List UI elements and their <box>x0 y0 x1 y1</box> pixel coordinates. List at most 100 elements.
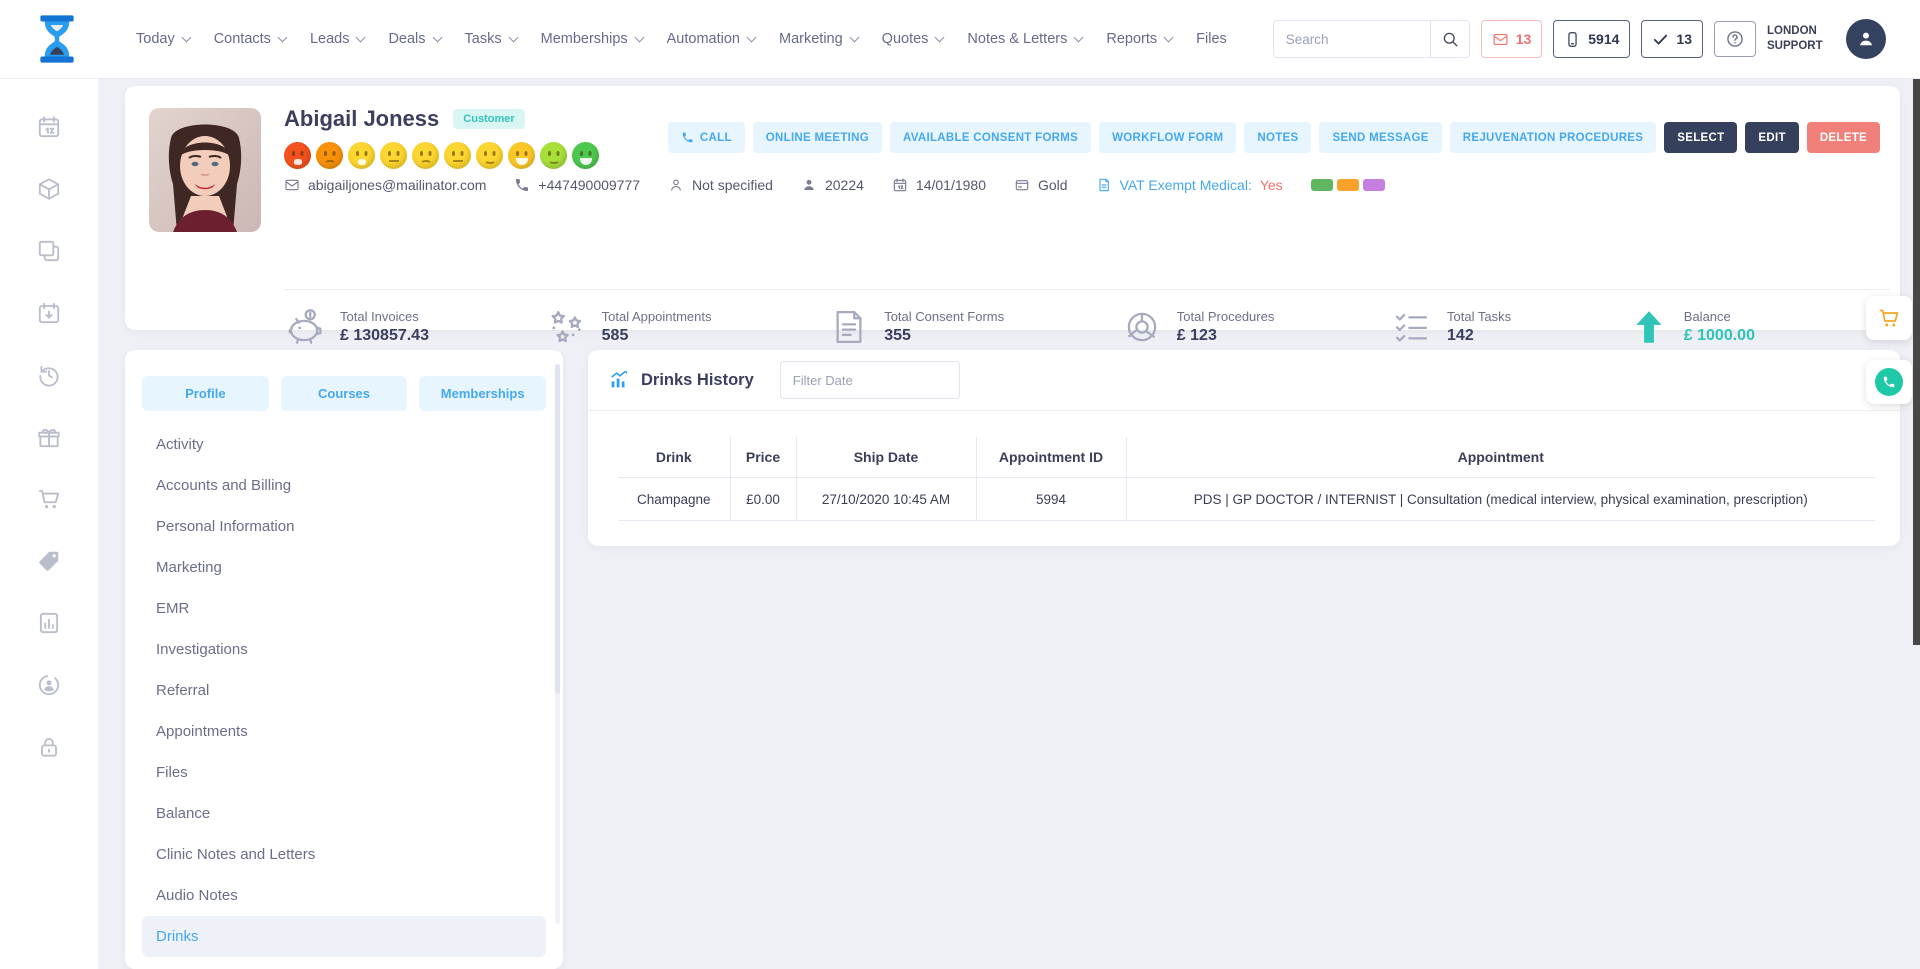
schedule-icon[interactable] <box>26 292 72 334</box>
mood-face-icon[interactable] <box>572 142 599 169</box>
mobile-icon <box>1564 31 1581 48</box>
stat-label: Total Procedures <box>1177 309 1275 324</box>
nav-item[interactable]: Tasks <box>465 31 517 47</box>
nav-item[interactable]: Reports <box>1106 31 1172 47</box>
menu-item[interactable]: Audio Notes <box>142 875 546 916</box>
customer-photo[interactable] <box>149 108 261 232</box>
phone-badge[interactable]: 5914 <box>1553 20 1630 58</box>
action-button[interactable]: AVAILABLE CONSENT FORMS <box>890 122 1091 153</box>
profile-actions: CALL ONLINE MEETING AVAILABLE CONSENT FO… <box>668 122 1880 153</box>
copy-icon[interactable] <box>26 230 72 272</box>
panel-tab[interactable]: Memberships <box>419 376 546 411</box>
tag-row <box>1311 179 1385 191</box>
action-button-label: SELECT <box>1677 132 1724 144</box>
menu-item[interactable]: Investigations <box>142 629 546 670</box>
menu-item-label: Files <box>156 764 188 781</box>
action-button[interactable]: CALL <box>668 122 745 153</box>
action-button-label: EDIT <box>1758 132 1785 144</box>
column-header: Ship Date <box>796 437 976 478</box>
app-logo-icon[interactable] <box>36 13 78 65</box>
stat-item: Total Consent Forms 355 <box>828 306 1004 348</box>
menu-item[interactable]: EMR <box>142 588 546 629</box>
history-icon[interactable] <box>26 354 72 396</box>
action-button[interactable]: NOTES <box>1244 122 1311 153</box>
profile-menu: Activity Accounts and Billing Personal I… <box>142 424 546 957</box>
nav-item[interactable]: Memberships <box>541 31 643 47</box>
menu-item[interactable]: Balance <box>142 793 546 834</box>
chevron-down-icon <box>634 33 644 43</box>
navbar-right: 13 5914 13 LONDON SUPPORT <box>1273 19 1886 59</box>
phone-value[interactable]: +447490009777 <box>538 177 640 193</box>
cart-icon[interactable] <box>26 478 72 520</box>
nav-item[interactable]: Marketing <box>779 31 858 47</box>
phone-float-button[interactable] <box>1866 360 1912 404</box>
chevron-down-icon <box>1074 33 1084 43</box>
menu-item[interactable]: Personal Information <box>142 506 546 547</box>
nav-item[interactable]: Files <box>1196 31 1227 47</box>
action-button[interactable]: WORKFLOW FORM <box>1099 122 1236 153</box>
action-button[interactable]: DELETE <box>1807 122 1880 153</box>
panel-scrollbar-thumb[interactable] <box>555 364 560 694</box>
menu-item[interactable]: Clinic Notes and Letters <box>142 834 546 875</box>
price-tag-icon[interactable] <box>26 540 72 582</box>
menu-item[interactable]: Drinks <box>142 916 546 957</box>
stat-label: Total Consent Forms <box>884 309 1004 324</box>
nav-item[interactable]: Notes & Letters <box>967 31 1082 47</box>
chevron-down-icon <box>356 33 366 43</box>
nav-item[interactable]: Leads <box>310 31 365 47</box>
email-value[interactable]: abigailjones@mailinator.com <box>308 177 486 193</box>
nav-item[interactable]: Quotes <box>882 31 944 47</box>
nav-item[interactable]: Today <box>136 31 190 47</box>
nav-item[interactable]: Deals <box>388 31 440 47</box>
menu-item[interactable]: Activity <box>142 424 546 465</box>
search-input[interactable] <box>1273 20 1430 58</box>
mood-face-icon[interactable] <box>316 142 343 169</box>
user-avatar[interactable] <box>1846 19 1886 59</box>
action-button[interactable]: SEND MESSAGE <box>1319 122 1441 153</box>
mood-face-icon[interactable] <box>412 142 439 169</box>
mood-face-icon[interactable] <box>348 142 375 169</box>
calendar-icon[interactable] <box>26 106 72 148</box>
mail-count: 13 <box>1516 31 1532 47</box>
report-icon[interactable] <box>26 602 72 644</box>
customer-name: Abigail Joness <box>284 106 439 132</box>
nav-item[interactable]: Automation <box>667 31 755 47</box>
lock-icon[interactable] <box>26 726 72 768</box>
action-button[interactable]: EDIT <box>1745 122 1798 153</box>
stat-item: Total Procedures £ 123 <box>1121 306 1275 348</box>
help-button[interactable] <box>1714 21 1756 57</box>
chevron-down-icon <box>181 33 191 43</box>
icon-sidebar <box>0 78 98 969</box>
package-icon[interactable] <box>26 168 72 210</box>
mood-face-icon[interactable] <box>476 142 503 169</box>
menu-item[interactable]: Accounts and Billing <box>142 465 546 506</box>
tier-value: Gold <box>1038 177 1068 193</box>
account-sync-icon[interactable] <box>26 664 72 706</box>
menu-item[interactable]: Referral <box>142 670 546 711</box>
filter-date-input[interactable] <box>780 361 960 399</box>
action-button[interactable]: REJUVENATION PROCEDURES <box>1450 122 1657 153</box>
tasks-badge[interactable]: 13 <box>1641 20 1703 58</box>
mail-badge[interactable]: 13 <box>1481 20 1543 58</box>
mood-face-icon[interactable] <box>284 142 311 169</box>
page-scrollbar[interactable] <box>1913 0 1920 645</box>
mood-face-icon[interactable] <box>380 142 407 169</box>
customer-type-badge: Customer <box>453 109 524 129</box>
panel-tab[interactable]: Courses <box>281 376 408 411</box>
action-button[interactable]: ONLINE MEETING <box>753 122 882 153</box>
cell-appointment: PDS | GP DOCTOR / INTERNIST | Consultati… <box>1126 478 1875 521</box>
menu-item[interactable]: Appointments <box>142 711 546 752</box>
mood-face-icon[interactable] <box>508 142 535 169</box>
cart-float-button[interactable] <box>1866 296 1912 340</box>
search-button[interactable] <box>1430 20 1470 58</box>
mood-face-icon[interactable] <box>540 142 567 169</box>
nav-item[interactable]: Contacts <box>214 31 286 47</box>
panel-tab[interactable]: Profile <box>142 376 269 411</box>
person-icon <box>1856 29 1876 49</box>
action-button[interactable]: SELECT <box>1664 122 1737 153</box>
gift-icon[interactable] <box>26 416 72 458</box>
menu-item[interactable]: Files <box>142 752 546 793</box>
mood-face-icon[interactable] <box>444 142 471 169</box>
menu-item[interactable]: Marketing <box>142 547 546 588</box>
consent-icon <box>828 306 870 348</box>
